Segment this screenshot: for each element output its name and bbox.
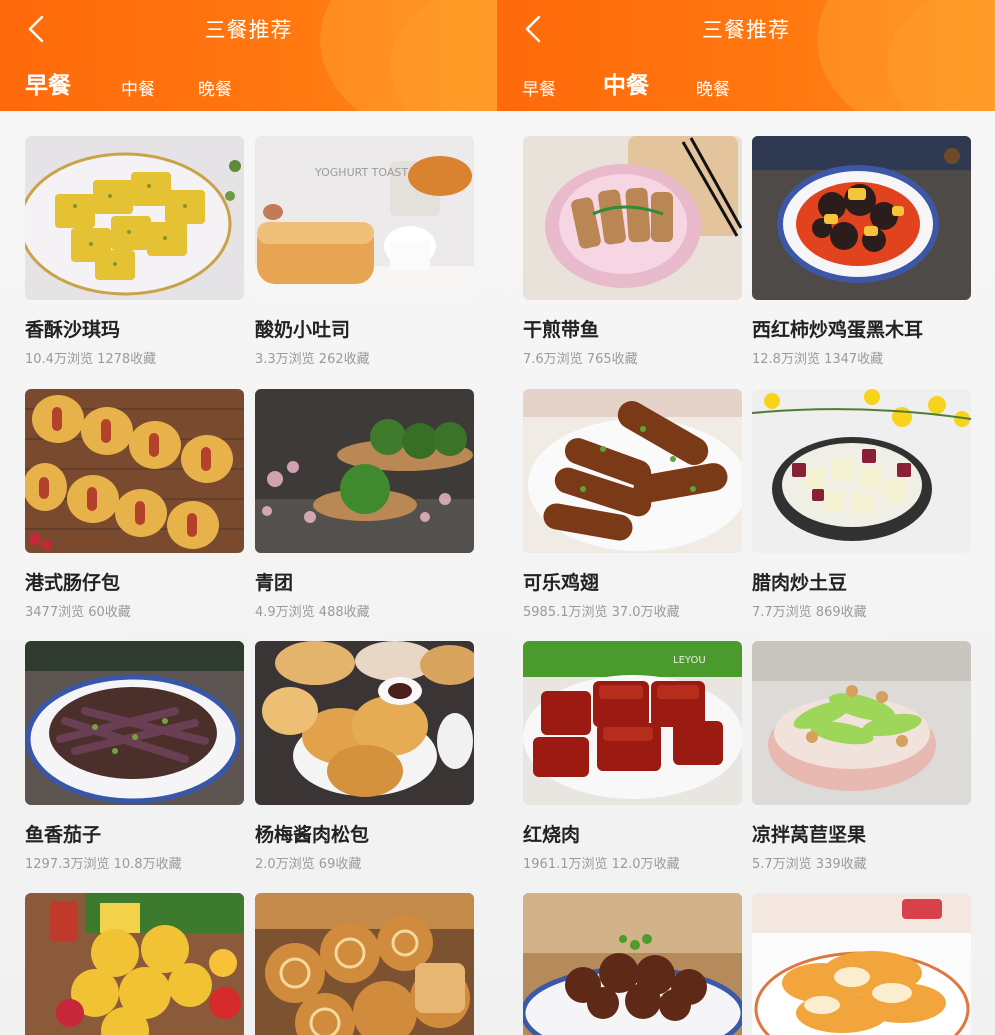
photo-caption: YOGHURT TOAST bbox=[314, 166, 408, 179]
tab-breakfast[interactable]: 早餐 bbox=[522, 75, 556, 100]
recipe-card[interactable] bbox=[25, 893, 244, 1035]
recipe-name: 红烧肉 bbox=[523, 824, 581, 846]
header: 三餐推荐 早餐 中餐 晚餐 bbox=[0, 0, 497, 111]
recipe-card[interactable]: 鱼香茄子 1297.3万浏览 10.8万收藏 bbox=[25, 641, 244, 872]
recipe-card[interactable]: 杨梅酱肉松包 2.0万浏览 69收藏 bbox=[255, 641, 474, 872]
recipe-card[interactable]: LEYOU 红烧肉 1961.1万浏览 12.0万收藏 bbox=[523, 641, 742, 872]
recipe-photo[interactable] bbox=[523, 136, 742, 300]
recipe-name: 港式肠仔包 bbox=[25, 572, 121, 594]
recipe-name: 酸奶小吐司 bbox=[255, 319, 351, 341]
recipe-name: 香酥沙琪玛 bbox=[25, 319, 121, 341]
recipe-photo[interactable] bbox=[752, 641, 971, 805]
tab-dinner[interactable]: 晚餐 bbox=[696, 75, 730, 100]
recipe-card[interactable] bbox=[752, 893, 971, 1035]
recipe-photo[interactable] bbox=[25, 641, 244, 805]
recipe-card[interactable]: 西红柿炒鸡蛋黑木耳 12.8万浏览 1347收藏 bbox=[752, 136, 971, 367]
recipe-card[interactable]: YOGHURT TOAST 酸奶小吐司 3.3万浏览 262收藏 bbox=[255, 136, 474, 367]
recipe-photo[interactable] bbox=[752, 389, 971, 553]
recipe-card[interactable] bbox=[523, 893, 742, 1035]
page-title: 三餐推荐 bbox=[702, 18, 790, 42]
recipe-stats: 1961.1万浏览 12.0万收藏 bbox=[523, 857, 680, 872]
recipe-photo[interactable] bbox=[255, 893, 474, 1035]
screen-breakfast: 三餐推荐 早餐 中餐 晚餐 香酥沙琪玛 10.4万浏览 1278收藏 YOGHU… bbox=[0, 0, 497, 1035]
recipe-photo[interactable] bbox=[752, 893, 971, 1035]
recipe-card[interactable]: 干煎带鱼 7.6万浏览 765收藏 bbox=[523, 136, 742, 367]
recipe-photo[interactable] bbox=[255, 389, 474, 553]
recipe-stats: 3.3万浏览 262收藏 bbox=[255, 352, 370, 367]
recipe-photo[interactable] bbox=[255, 641, 474, 805]
recipe-card[interactable]: 凉拌莴苣坚果 5.7万浏览 339收藏 bbox=[752, 641, 971, 872]
recipe-card[interactable]: 青团 4.9万浏览 488收藏 bbox=[255, 389, 474, 620]
recipe-stats: 4.9万浏览 488收藏 bbox=[255, 605, 370, 620]
tab-dinner[interactable]: 晚餐 bbox=[198, 75, 232, 100]
tab-lunch[interactable]: 中餐 bbox=[603, 66, 649, 100]
screen-lunch: 三餐推荐 早餐 中餐 晚餐 干煎带鱼 7.6万浏览 765收藏 西红柿炒鸡蛋黑木… bbox=[497, 0, 995, 1035]
recipe-name: 杨梅酱肉松包 bbox=[255, 824, 370, 846]
recipe-card[interactable]: 可乐鸡翅 5985.1万浏览 37.0万收藏 bbox=[523, 389, 742, 620]
recipe-photo[interactable] bbox=[523, 893, 742, 1035]
recipe-name: 西红柿炒鸡蛋黑木耳 bbox=[752, 319, 924, 341]
recipe-photo[interactable] bbox=[25, 389, 244, 553]
tab-lunch[interactable]: 中餐 bbox=[121, 75, 155, 100]
recipe-name: 腊肉炒土豆 bbox=[752, 572, 848, 594]
recipe-photo[interactable] bbox=[752, 136, 971, 300]
recipe-stats: 12.8万浏览 1347收藏 bbox=[752, 352, 884, 367]
recipe-photo[interactable]: YOGHURT TOAST bbox=[255, 136, 474, 300]
recipe-stats: 5.7万浏览 339收藏 bbox=[752, 857, 867, 872]
recipe-name: 青团 bbox=[255, 572, 294, 594]
recipe-card[interactable]: 腊肉炒土豆 7.7万浏览 869收藏 bbox=[752, 389, 971, 620]
recipe-card[interactable]: 港式肠仔包 3477浏览 60收藏 bbox=[25, 389, 244, 620]
recipe-card[interactable] bbox=[255, 893, 474, 1035]
recipe-photo[interactable]: LEYOU bbox=[523, 641, 742, 805]
recipe-stats: 10.4万浏览 1278收藏 bbox=[25, 352, 157, 367]
recipe-photo[interactable] bbox=[25, 893, 244, 1035]
recipe-name: 干煎带鱼 bbox=[523, 319, 600, 341]
recipe-stats: 3477浏览 60收藏 bbox=[25, 605, 131, 620]
recipe-name: 鱼香茄子 bbox=[25, 824, 102, 846]
recipe-name: 可乐鸡翅 bbox=[523, 572, 600, 594]
recipe-stats: 1297.3万浏览 10.8万收藏 bbox=[25, 857, 182, 872]
photo-caption: LEYOU bbox=[673, 655, 706, 666]
header: 三餐推荐 早餐 中餐 晚餐 bbox=[497, 0, 995, 111]
page-title: 三餐推荐 bbox=[204, 18, 293, 42]
recipe-photo[interactable] bbox=[523, 389, 742, 553]
tab-breakfast[interactable]: 早餐 bbox=[25, 66, 71, 100]
recipe-card[interactable]: 香酥沙琪玛 10.4万浏览 1278收藏 bbox=[25, 136, 244, 367]
recipe-stats: 5985.1万浏览 37.0万收藏 bbox=[523, 605, 680, 620]
recipe-stats: 7.7万浏览 869收藏 bbox=[752, 605, 867, 620]
recipe-stats: 7.6万浏览 765收藏 bbox=[523, 352, 638, 367]
recipe-name: 凉拌莴苣坚果 bbox=[752, 824, 867, 846]
recipe-photo[interactable] bbox=[25, 136, 244, 300]
recipe-stats: 2.0万浏览 69收藏 bbox=[255, 857, 362, 872]
